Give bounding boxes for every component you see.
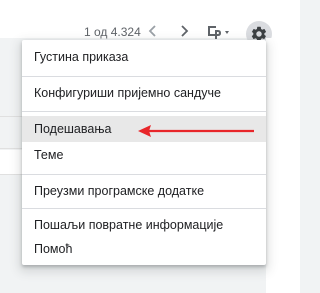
menu-item-label: Подешавања <box>34 122 112 136</box>
menu-item-display-density[interactable]: Густина приказа <box>22 44 266 70</box>
background-panel <box>0 150 22 174</box>
menu-item-help[interactable]: Помоћ <box>22 236 266 262</box>
menu-item-label: Теме <box>34 148 64 162</box>
menu-item-label: Помоћ <box>34 242 73 256</box>
divider <box>0 174 22 175</box>
background-panel <box>266 38 300 293</box>
toolbar: 1 од 4.324 <box>0 0 300 47</box>
menu-item-configure-inbox[interactable]: Конфигуриши пријемно сандуче <box>22 80 266 106</box>
menu-divider <box>22 174 266 175</box>
menu-item-label: Конфигуриши пријемно сандуче <box>34 86 221 100</box>
divider <box>0 148 22 149</box>
chevron-right-icon[interactable] <box>175 22 193 40</box>
menu-item-get-add-ons[interactable]: Преузми програмске додатке <box>22 178 266 204</box>
input-tools-icon[interactable] <box>205 22 235 40</box>
menu-item-label: Преузми програмске додатке <box>34 184 205 198</box>
menu-divider <box>22 208 266 209</box>
menu-item-label: Пошаљи повратне информације <box>34 218 224 232</box>
chevron-left-icon[interactable] <box>144 22 162 40</box>
menu-item-themes[interactable]: Теме <box>22 142 266 168</box>
page-count: 1 од 4.324 <box>84 25 141 39</box>
divider <box>0 116 22 117</box>
menu-divider <box>22 111 266 112</box>
menu-item-label: Густина приказа <box>34 50 129 64</box>
menu-item-send-feedback[interactable]: Пошаљи повратне информације <box>22 212 266 238</box>
settings-dropdown-menu: Густина приказа Конфигуриши пријемно сан… <box>22 40 266 265</box>
annotation-arrow <box>138 125 254 137</box>
menu-divider <box>22 76 266 77</box>
